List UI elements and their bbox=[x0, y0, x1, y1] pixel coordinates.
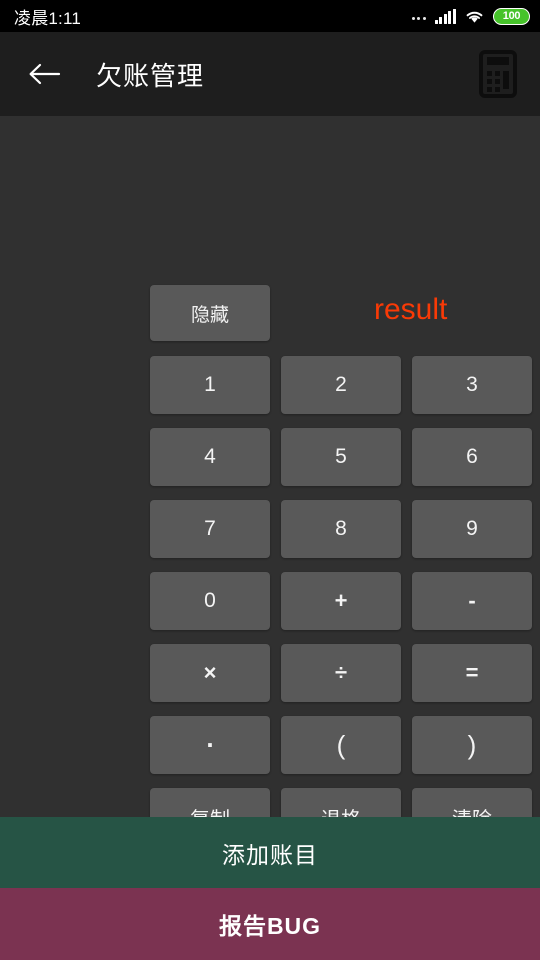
add-account-button[interactable]: 添加账目 bbox=[0, 817, 540, 888]
page-title: 欠账管理 bbox=[96, 60, 205, 91]
key-=[interactable]: = bbox=[412, 644, 532, 702]
key-+[interactable]: + bbox=[281, 572, 401, 630]
result-display: result bbox=[374, 293, 448, 326]
calculator-panel: 隐藏 result 1234567890+-×÷=.()复制退格清除 bbox=[0, 116, 540, 817]
key-([interactable]: ( bbox=[281, 716, 401, 774]
key-7[interactable]: 7 bbox=[150, 500, 270, 558]
calculator-button[interactable] bbox=[474, 48, 522, 100]
more-dots-icon bbox=[411, 9, 426, 23]
keypad-row: 0 + - bbox=[150, 572, 540, 630]
status-bar: 凌晨1:11 100 bbox=[0, 0, 540, 32]
key-复制[interactable]: 复制 bbox=[150, 788, 270, 817]
hide-button[interactable]: 隐藏 bbox=[150, 285, 270, 341]
key-)[interactable]: ) bbox=[412, 716, 532, 774]
status-icons: 100 bbox=[411, 7, 530, 25]
key-×[interactable]: × bbox=[150, 644, 270, 702]
battery-level: 100 bbox=[502, 10, 521, 22]
key-退格[interactable]: 退格 bbox=[281, 788, 401, 817]
keypad-row: 456 bbox=[150, 428, 540, 486]
keypad-row: 复制退格清除 bbox=[150, 788, 540, 817]
app-root: 凌晨1:11 100 欠账管理 隐藏 result 1 2 3 4 5 6 7 … bbox=[0, 0, 540, 960]
wifi-icon bbox=[465, 9, 484, 24]
keypad-row: 789 bbox=[150, 500, 540, 558]
key-5[interactable]: 5 bbox=[281, 428, 401, 486]
key-6[interactable]: 6 bbox=[412, 428, 532, 486]
key-2[interactable]: 2 bbox=[281, 356, 401, 414]
key-1[interactable]: 1 bbox=[150, 356, 270, 414]
key-4[interactable]: 4 bbox=[150, 428, 270, 486]
keypad-row: × ÷ = bbox=[150, 644, 540, 702]
app-bar: 欠账管理 bbox=[0, 32, 540, 116]
back-arrow-icon bbox=[29, 63, 61, 85]
key-0[interactable]: 0 bbox=[150, 572, 270, 630]
keypad-row: .() bbox=[150, 716, 540, 774]
battery-icon: 100 bbox=[493, 7, 530, 25]
key-.[interactable]: . bbox=[150, 716, 270, 774]
key--[interactable]: - bbox=[412, 572, 532, 630]
status-time: 凌晨1:11 bbox=[14, 8, 82, 28]
key-9[interactable]: 9 bbox=[412, 500, 532, 558]
back-button[interactable] bbox=[22, 52, 66, 96]
keypad-row: 123 bbox=[150, 356, 540, 414]
calculator-icon bbox=[479, 50, 517, 98]
report-bug-button[interactable]: 报告BUG bbox=[0, 888, 540, 960]
key-清除[interactable]: 清除 bbox=[412, 788, 532, 817]
key-÷[interactable]: ÷ bbox=[281, 644, 401, 702]
calculator-top-row: 隐藏 result bbox=[150, 285, 534, 341]
keypad: 1234567890+-×÷=.()复制退格清除 bbox=[150, 356, 540, 817]
key-8[interactable]: 8 bbox=[281, 500, 401, 558]
signal-icon bbox=[434, 8, 456, 24]
key-3[interactable]: 3 bbox=[412, 356, 532, 414]
